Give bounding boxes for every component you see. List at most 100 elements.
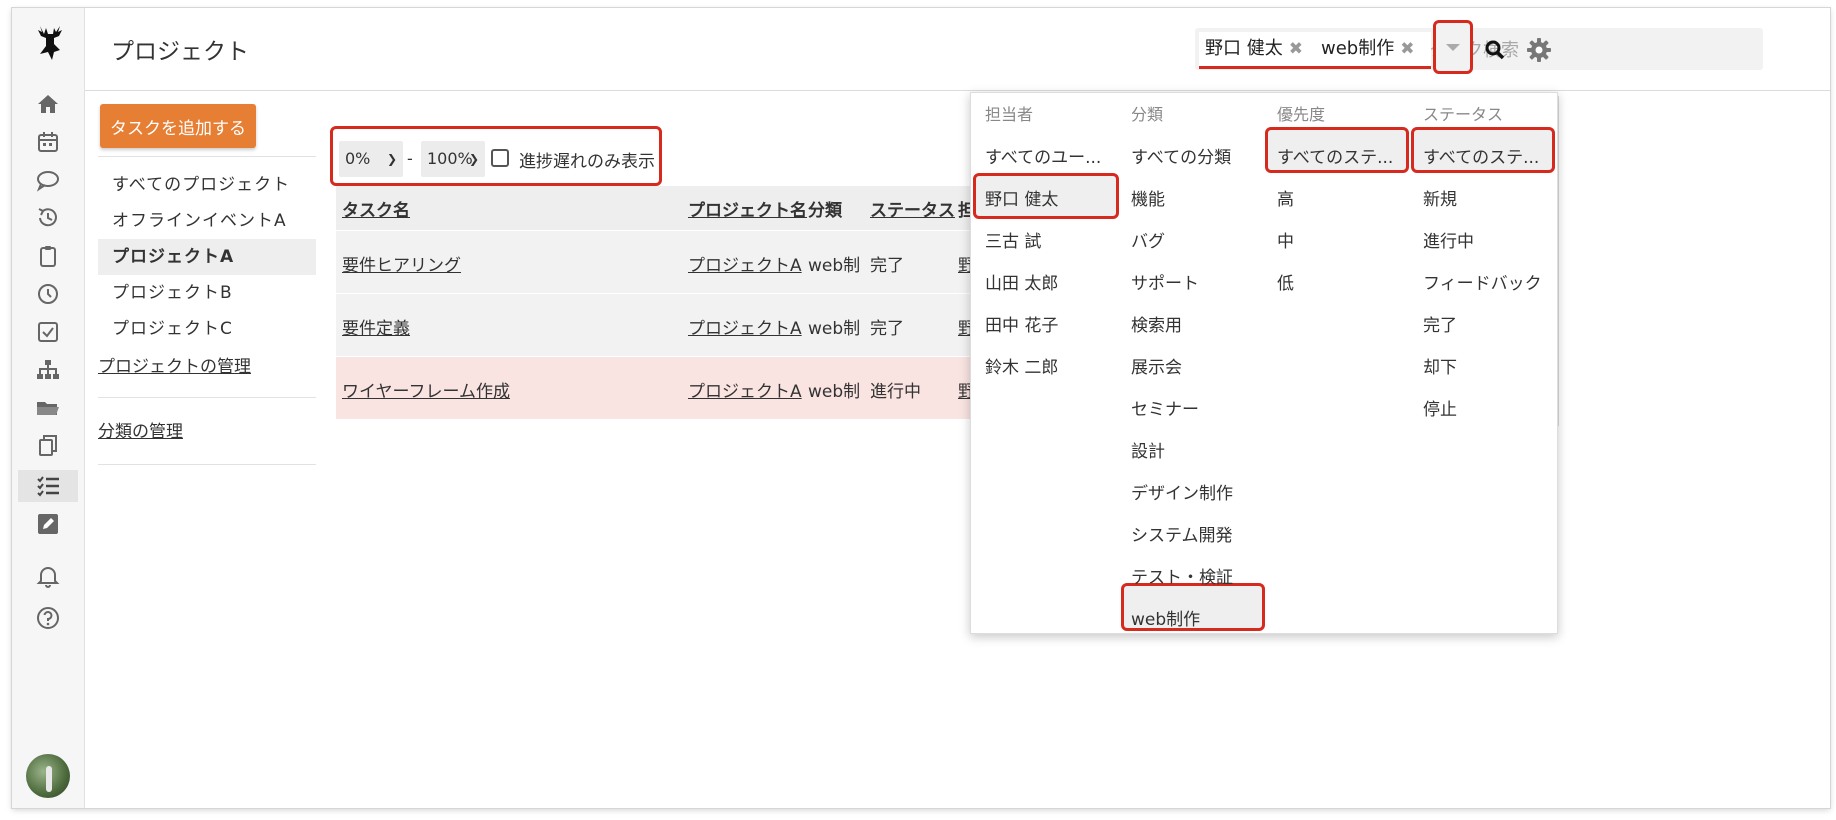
divider [98,156,316,157]
edit-icon[interactable] [32,508,64,540]
calendar-icon[interactable] [32,126,64,158]
column-header-task[interactable]: タスク名 [342,196,410,221]
category-option[interactable]: バグ [1131,227,1165,252]
divider [98,464,316,465]
folder-icon[interactable] [32,392,64,424]
help-icon[interactable] [32,602,64,634]
assignee-option[interactable]: すべてのユー... [985,143,1101,168]
status-option-selected[interactable]: すべてのステ... [1423,143,1539,168]
project-item-project-a[interactable]: プロジェクトA [98,239,316,275]
progress-filter: 0% ❯ - 100% ❯ 進捗遅れのみ表示 [330,126,662,186]
gear-icon [1527,38,1551,62]
status-option[interactable]: 完了 [1423,311,1457,336]
project-item-project-c[interactable]: プロジェクトC [98,311,316,347]
chip-label: 野口 健太 [1205,38,1283,59]
close-icon[interactable]: ✖ [1400,39,1414,59]
column-header-assignee: 担当者 [985,105,1034,124]
category-option-selected[interactable]: web制作 [1131,605,1200,630]
project-link[interactable]: プロジェクトA [688,251,802,276]
checkbox-icon[interactable] [32,316,64,348]
category-option[interactable]: 展示会 [1131,353,1182,378]
project-item-offline-event-a[interactable]: オフラインイベントA [98,203,316,239]
status-option[interactable]: フィードバック [1423,269,1542,294]
panel-edge [1558,96,1567,426]
divider [98,397,316,398]
status-option[interactable]: 停止 [1423,395,1457,420]
avatar[interactable] [26,754,70,798]
deer-icon[interactable] [26,22,70,66]
copy-icon[interactable] [32,430,64,462]
progress-to-select[interactable]: 100% ❯ [421,141,485,177]
chevron-down-icon [1446,43,1460,51]
task-link[interactable]: 要件ヒアリング [342,251,461,276]
assignee-option[interactable]: 鈴木 二郎 [985,353,1058,378]
sidebar [12,8,85,808]
assignee-option[interactable]: 三古 試 [985,227,1041,252]
table-row[interactable]: 要件ヒアリング プロジェクトA web制 完了 野 [336,230,976,293]
assignee-option[interactable]: 田中 花子 [985,311,1058,336]
chevron-down-icon: ❯ [468,152,479,166]
filter-dropdown-panel: 担当者 すべてのユー... 野口 健太 三古 試 山田 太郎 田中 花子 鈴木 … [970,92,1558,634]
category-option[interactable]: サポート [1131,269,1199,294]
task-link[interactable]: ワイヤーフレーム作成 [342,377,510,402]
assignee-option-selected[interactable]: 野口 健太 [985,185,1058,210]
delayed-only-label: 進捗遅れのみ表示 [519,152,655,172]
column-header-priority: 優先度 [1277,105,1326,124]
filter-dropdown-toggle[interactable] [1433,20,1473,74]
delayed-only-checkbox[interactable] [491,149,509,167]
clipboard-icon[interactable] [32,240,64,272]
category-option[interactable]: セミナー [1131,395,1199,420]
project-link[interactable]: プロジェクトA [688,314,802,339]
close-icon[interactable]: ✖ [1289,39,1303,59]
project-item-all[interactable]: すべてのプロジェクト [98,167,316,203]
project-item-project-b[interactable]: プロジェクトB [98,275,316,311]
priority-option[interactable]: 中 [1277,227,1294,252]
task-list-icon[interactable] [18,470,78,502]
filter-chip-assignee[interactable]: 野口 健太 ✖ [1199,32,1315,69]
task-link[interactable]: 要件定義 [342,314,410,339]
priority-option[interactable]: 低 [1277,269,1294,294]
table-header: タスク名 プロジェクト名 分類 ステータス 担 [336,186,976,230]
add-task-button[interactable]: タスクを追加する [100,104,256,148]
filter-chip-category[interactable]: web制作 ✖ [1315,32,1431,69]
status-cell: 進行中 [870,382,921,402]
range-separator: - [407,149,413,168]
category-option[interactable]: 機能 [1131,185,1165,210]
manage-categories-link[interactable]: 分類の管理 [98,412,316,452]
column-header-project[interactable]: プロジェクト名 [688,196,807,221]
settings-button[interactable] [1517,28,1561,72]
history-icon[interactable] [32,202,64,234]
priority-option-selected[interactable]: すべてのステ... [1277,143,1393,168]
clock-icon[interactable] [32,278,64,310]
project-link[interactable]: プロジェクトA [688,377,802,402]
status-option[interactable]: 進行中 [1423,227,1474,252]
search-button[interactable] [1475,30,1515,70]
table-row[interactable]: 要件定義 プロジェクトA web制 完了 野 [336,293,976,356]
table-row[interactable]: ワイヤーフレーム作成 プロジェクトA web制 進行中 野 [336,356,976,419]
sitemap-icon[interactable] [32,354,64,386]
bell-icon[interactable] [32,560,64,592]
category-option[interactable]: 設計 [1131,437,1165,462]
progress-from-select[interactable]: 0% ❯ [339,141,403,177]
status-option[interactable]: 却下 [1423,353,1457,378]
category-option[interactable]: デザイン制作 [1131,479,1233,504]
category-option[interactable]: システム開発 [1131,521,1233,546]
category-option[interactable]: すべての分類 [1131,143,1231,168]
home-icon[interactable] [32,88,64,120]
page-title: プロジェクト [111,39,249,65]
category-cell: web制 [808,256,861,276]
progress-from-value: 0% [345,149,371,168]
chat-icon[interactable] [32,164,64,196]
assignee-option[interactable]: 山田 太郎 [985,269,1058,294]
status-cell: 完了 [870,256,904,276]
manage-projects-link[interactable]: プロジェクトの管理 [98,347,316,387]
priority-option[interactable]: 高 [1277,185,1294,210]
category-cell: web制 [808,382,861,402]
progress-to-value: 100% [427,149,473,168]
category-option[interactable]: 検索用 [1131,311,1182,336]
project-nav: すべてのプロジェクト オフラインイベントA プロジェクトA プロジェクトB プロ… [98,156,316,465]
category-cell: web制 [808,319,861,339]
category-option[interactable]: テスト・検証 [1131,563,1233,588]
status-option[interactable]: 新規 [1423,185,1457,210]
column-header-status[interactable]: ステータス [870,196,955,221]
